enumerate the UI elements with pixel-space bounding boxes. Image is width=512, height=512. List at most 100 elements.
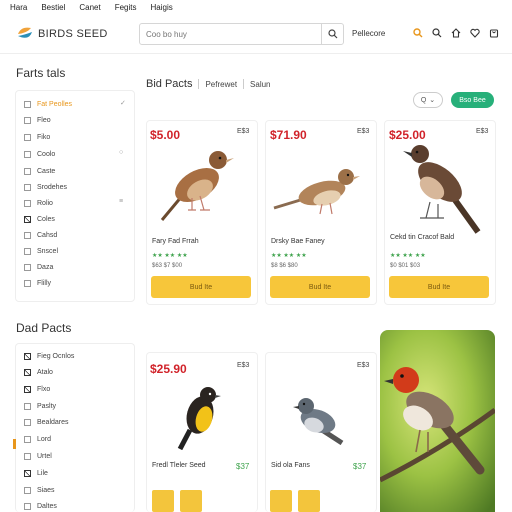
checkbox[interactable]	[24, 352, 31, 360]
checkbox[interactable]	[24, 167, 31, 175]
top-nav-link[interactable]: Fegits	[115, 3, 137, 12]
checkbox[interactable]	[24, 183, 31, 191]
active-indicator	[13, 439, 16, 449]
checkbox[interactable]	[24, 452, 31, 460]
top-nav-link[interactable]: Canet	[79, 3, 100, 12]
filter-pill-button[interactable]: Bso Bee	[451, 92, 494, 108]
filter-option[interactable]: Snscel	[24, 245, 58, 257]
filter-option[interactable]: Paslty	[24, 400, 56, 412]
filter-option[interactable]: Flxo	[24, 383, 50, 395]
checkbox[interactable]	[24, 486, 31, 494]
filter-option[interactable]: Fleo	[24, 114, 51, 126]
checkbox[interactable]	[24, 385, 31, 393]
checkbox[interactable]	[24, 418, 31, 426]
sort-dropdown[interactable]: Q ⌄	[413, 92, 443, 108]
sort-label: Q	[420, 96, 427, 104]
product-price: $71.90	[270, 128, 307, 142]
filter-option[interactable]: Flilly	[24, 277, 51, 289]
heart-icon[interactable]	[469, 26, 481, 40]
circle-icon: ○	[119, 149, 124, 156]
filter-option[interactable]: Caste	[24, 165, 55, 177]
filter-option[interactable]: Fieg Ocnlos	[24, 350, 74, 362]
checkbox[interactable]	[24, 199, 31, 207]
checkbox[interactable]	[24, 469, 31, 477]
checkbox[interactable]	[24, 368, 31, 376]
product-code: E$3	[357, 362, 370, 369]
search-box	[139, 23, 344, 45]
gray-bird-image	[293, 398, 344, 445]
tab-main[interactable]: Bid Pacts	[146, 78, 192, 90]
top-nav-link[interactable]: Hara	[10, 3, 27, 12]
checkbox[interactable]	[24, 231, 31, 239]
filter-option[interactable]: Coolo ○	[24, 148, 123, 160]
sparrow-image	[160, 151, 234, 221]
top-nav-link[interactable]: Haigis	[151, 3, 173, 12]
filter-option[interactable]: Bealdares	[24, 416, 69, 428]
filter-option[interactable]: Daza	[24, 261, 53, 273]
search-button[interactable]	[321, 24, 343, 44]
checkbox[interactable]	[24, 502, 31, 510]
search-input[interactable]	[146, 27, 316, 41]
checkbox[interactable]	[24, 215, 31, 223]
checkbox[interactable]	[24, 279, 31, 287]
checkbox[interactable]	[24, 435, 31, 443]
checkbox[interactable]	[24, 133, 31, 141]
product-price: $25.90	[150, 362, 187, 376]
header-icons	[412, 26, 500, 40]
product-meta: $0 $01 $03	[390, 263, 421, 269]
logo-text[interactable]: BIRDS SEED	[38, 28, 108, 40]
product-thumbnail[interactable]	[270, 490, 292, 512]
product-name[interactable]: Fary Fad Frrah	[152, 238, 252, 246]
product-code: E$3	[237, 362, 250, 369]
tab-item[interactable]: Salun	[250, 80, 270, 89]
checkbox[interactable]	[24, 116, 31, 124]
buy-button[interactable]: Bud Ite	[151, 276, 251, 298]
checkbox[interactable]	[24, 263, 31, 271]
product-code: E$3	[357, 128, 370, 135]
buy-button[interactable]: Bud Ite	[389, 276, 489, 298]
check-icon: ✓	[120, 100, 126, 107]
product-name[interactable]: Drsky Bae Faney	[271, 238, 371, 246]
filter-panel: Fat Peolles ✓ Fleo Fiko Coolo ○ Caste Srod…	[15, 90, 135, 302]
checkbox[interactable]	[24, 100, 31, 108]
logo-icon[interactable]	[16, 25, 34, 43]
filter-panel: Fieg Ocnlos Atalo Flxo Paslty Bealdares …	[15, 343, 135, 512]
search-icon[interactable]	[412, 26, 424, 40]
rating-stars: ★★ ★★ ★★	[152, 253, 188, 259]
product-thumbnail[interactable]	[298, 490, 320, 512]
top-nav-link[interactable]: Bestiel	[41, 3, 65, 12]
featured-bird-photo[interactable]	[380, 330, 495, 512]
robin-image	[403, 145, 481, 234]
header: BIRDS SEED Pellecore	[0, 14, 512, 54]
filter-option[interactable]: Lord	[24, 433, 51, 445]
filter-option[interactable]: Atalo	[24, 366, 53, 378]
product-name[interactable]: Cekd tin Cracof Bald	[390, 234, 460, 242]
product-name[interactable]: Sid ola Fans	[271, 462, 310, 470]
product-name[interactable]: Fredl Tleler Seed	[152, 462, 206, 470]
product-thumbnail[interactable]	[180, 490, 202, 512]
cart-icon[interactable]	[488, 26, 500, 40]
sparrow-image	[273, 169, 360, 215]
buy-button[interactable]: Bud Ite	[270, 276, 370, 298]
filter-option[interactable]: Coles	[24, 213, 55, 225]
filter-option[interactable]: Urtel	[24, 450, 52, 462]
checkbox[interactable]	[24, 402, 31, 410]
filter-option[interactable]: Fiko	[24, 131, 50, 143]
product-code: E$3	[476, 128, 489, 135]
search-icon[interactable]	[431, 26, 443, 40]
filter-option[interactable]: Daltes	[24, 500, 57, 512]
home-icon[interactable]	[450, 26, 462, 40]
filter-option[interactable]: Siaes	[24, 484, 55, 496]
filter-option[interactable]: Srodehes	[24, 181, 67, 193]
filter-option[interactable]: Lile	[24, 467, 48, 479]
tab-item[interactable]: Pefrewet	[205, 80, 237, 89]
checkbox[interactable]	[24, 247, 31, 255]
product-thumbnail[interactable]	[152, 490, 174, 512]
header-link[interactable]: Pellecore	[352, 29, 385, 38]
filter-option[interactable]: Fat Peolles ✓	[24, 98, 126, 110]
checkbox[interactable]	[24, 150, 31, 158]
filter-option[interactable]: Rolio ≡	[24, 197, 123, 209]
yellow-bird-image	[177, 387, 221, 450]
filters-title: Farts tals	[16, 66, 66, 80]
filter-option[interactable]: Cahsd	[24, 229, 57, 241]
